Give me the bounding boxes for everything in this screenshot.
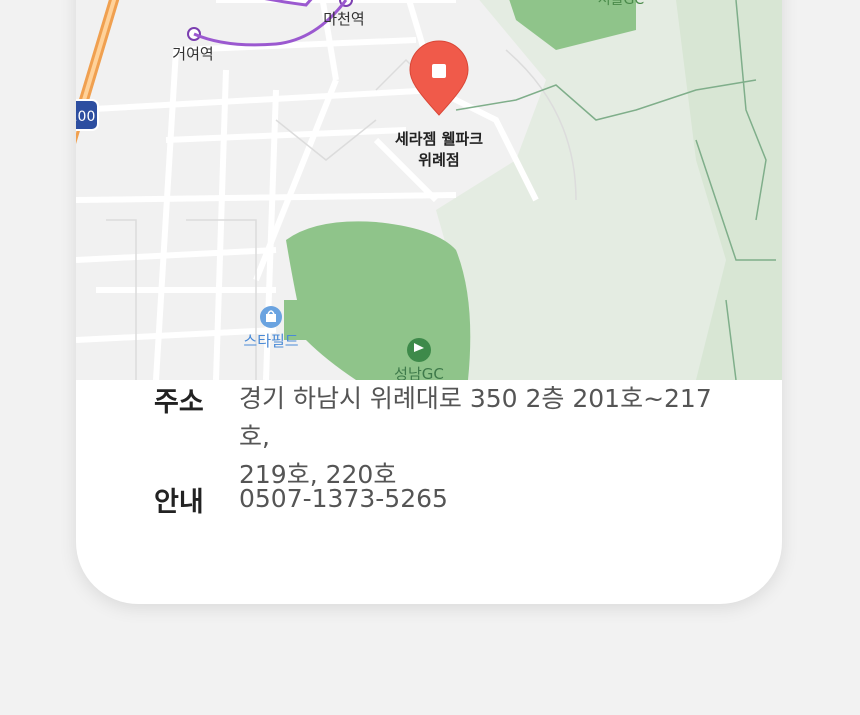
station-geoyeo-label: 거여역 bbox=[172, 45, 213, 63]
address-value[interactable]: 경기 하남시 위례대로 350 2층 201호~217호, 219호, 220호 bbox=[239, 380, 739, 494]
address-label: 주소 bbox=[154, 387, 204, 418]
place-card: 100 거여역 마천역 서울GC 스타필드 성남GC bbox=[76, 0, 782, 604]
map-canvas[interactable]: 100 거여역 마천역 서울GC 스타필드 성남GC bbox=[76, 0, 782, 380]
contact-phone[interactable]: 0507-1373-5265 bbox=[239, 480, 739, 518]
address-line1: 경기 하남시 위례대로 350 2층 201호~217호, bbox=[239, 384, 712, 451]
station-macheon-label: 마천역 bbox=[323, 10, 364, 28]
starfield-label: 스타필드 bbox=[243, 332, 298, 350]
map-view[interactable]: 100 거여역 마천역 서울GC 스타필드 성남GC bbox=[76, 0, 782, 380]
place-name-line1: 세라젬 웰파크 bbox=[395, 130, 483, 148]
golf-seongnam-label: 성남GC bbox=[394, 365, 444, 380]
golf-icon[interactable] bbox=[407, 338, 431, 362]
place-name-line2: 위례점 bbox=[418, 151, 459, 169]
highway-shield-icon: 100 bbox=[76, 99, 99, 131]
highway-shield-label: 100 bbox=[76, 109, 95, 125]
contact-label: 안내 bbox=[154, 487, 204, 518]
shopping-bag-icon[interactable] bbox=[260, 306, 282, 328]
golf-seoul-label: 서울GC bbox=[598, 0, 645, 8]
